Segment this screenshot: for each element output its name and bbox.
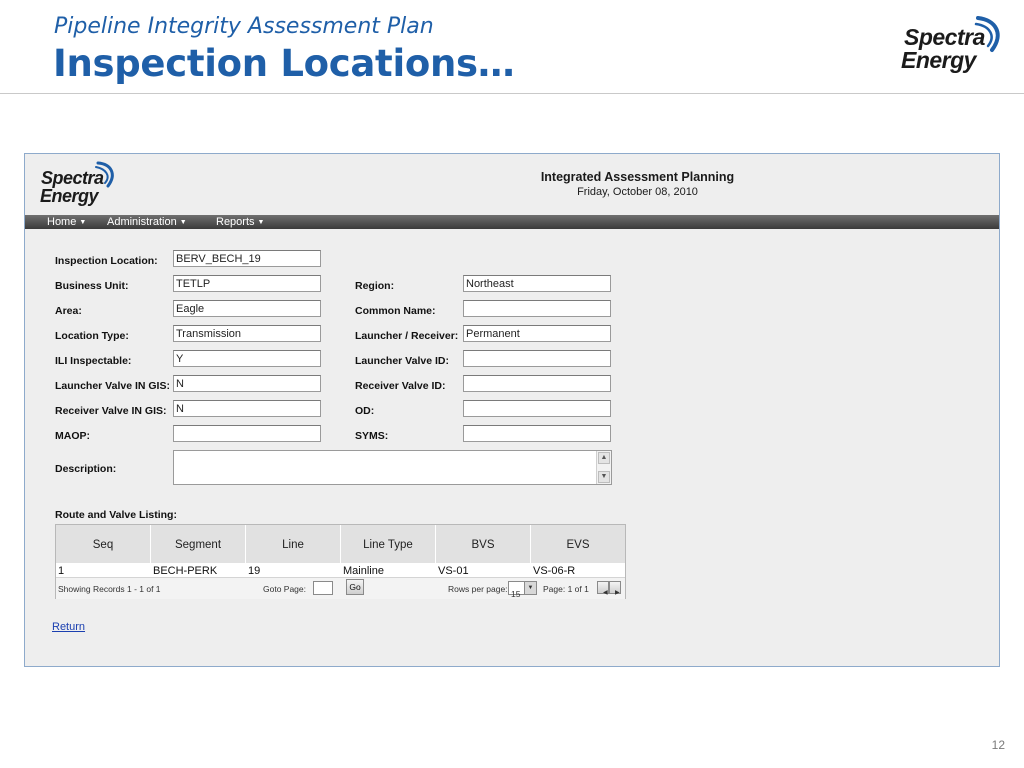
syms-field[interactable] — [463, 425, 611, 442]
chevron-down-icon: ▼ — [257, 219, 265, 226]
receiver-valve-id-field[interactable] — [463, 375, 611, 392]
launcher-valve-in-gis-field[interactable] — [173, 375, 321, 392]
maop-field[interactable] — [173, 425, 321, 442]
spectra-energy-logo: Spectra Energy — [901, 16, 1000, 73]
label-ili-inspectable: ILI Inspectable: — [55, 355, 132, 367]
od-field[interactable] — [463, 400, 611, 417]
app-title: Integrated Assessment Planning — [540, 170, 735, 184]
slide-title: Inspection Locations… — [53, 42, 515, 85]
logo-text-spectra: Spectra — [904, 24, 985, 50]
go-button[interactable]: Go — [346, 579, 364, 595]
description-scrollbar[interactable]: ▲ ▼ — [596, 451, 611, 484]
label-receiver-valve-id: Receiver Valve ID: — [355, 380, 446, 392]
label-receiver-valve-in-gis: Receiver Valve IN GIS: — [55, 405, 167, 417]
label-location-type: Location Type: — [55, 330, 129, 342]
launcher-receiver-field[interactable] — [463, 325, 611, 342]
previous-page-button[interactable]: ◀ — [597, 581, 609, 596]
goto-page-input[interactable] — [313, 581, 333, 595]
menu-home[interactable]: Home ▼ — [47, 215, 86, 229]
column-header-line-type[interactable]: Line Type — [341, 525, 436, 563]
next-page-button[interactable]: ▶ — [609, 581, 621, 596]
launcher-valve-id-field[interactable] — [463, 350, 611, 367]
label-launcher-valve-in-gis: Launcher Valve IN GIS: — [55, 380, 170, 392]
menu-administration[interactable]: Administration ▼ — [107, 215, 187, 229]
column-header-line[interactable]: Line — [246, 525, 341, 563]
return-link[interactable]: Return — [52, 621, 85, 633]
route-valve-table: Seq Segment Line Line Type BVS EVS 1 BEC… — [55, 524, 626, 599]
cell-line-type: Mainline — [343, 565, 384, 577]
inspection-location-field[interactable] — [173, 250, 321, 267]
receiver-valve-in-gis-field[interactable] — [173, 400, 321, 417]
route-listing-heading: Route and Valve Listing: — [55, 509, 177, 521]
logo-swoosh-icon — [974, 16, 1000, 52]
label-region: Region: — [355, 280, 395, 292]
menu-reports-label: Reports — [216, 216, 255, 228]
rows-per-page-label: Rows per page: — [448, 584, 508, 594]
label-syms: SYMS: — [355, 430, 389, 442]
chevron-down-icon: ▼ — [79, 219, 87, 226]
common-name-field[interactable] — [463, 300, 611, 317]
records-summary: Showing Records 1 - 1 of 1 — [58, 584, 161, 594]
page-info: Page: 1 of 1 — [543, 584, 589, 594]
page-number: 12 — [991, 738, 1005, 752]
slide-subtitle: Pipeline Integrity Assessment Plan — [54, 14, 434, 39]
column-header-evs[interactable]: EVS — [531, 525, 625, 563]
app-date: Friday, October 08, 2010 — [577, 186, 698, 198]
region-field[interactable] — [463, 275, 611, 292]
label-launcher-valve-id: Launcher Valve ID: — [355, 355, 449, 367]
chevron-down-icon: ▼ — [179, 219, 187, 226]
arrow-left-icon: ◀ — [603, 590, 608, 596]
description-textarea[interactable]: ▲ ▼ — [173, 450, 612, 485]
rows-per-page-select[interactable]: 15 ▼ — [508, 581, 537, 599]
arrow-right-icon: ▶ — [615, 590, 620, 596]
column-header-segment[interactable]: Segment — [151, 525, 246, 563]
app-logo-swoosh-icon — [95, 161, 114, 188]
menu-administration-label: Administration — [107, 216, 177, 228]
area-field[interactable] — [173, 300, 321, 317]
column-header-bvs[interactable]: BVS — [436, 525, 531, 563]
menu-home-label: Home — [47, 216, 77, 228]
chevron-down-icon: ▼ — [524, 582, 536, 594]
label-launcher-receiver: Launcher / Receiver: — [355, 330, 459, 342]
scroll-down-icon[interactable]: ▼ — [598, 471, 610, 483]
label-business-unit: Business Unit: — [55, 280, 129, 292]
label-od: OD: — [355, 405, 375, 417]
label-area: Area: — [55, 305, 82, 317]
label-inspection-location: Inspection Location: — [55, 255, 158, 267]
cell-evs: VS-06-R — [533, 565, 576, 577]
location-type-field[interactable] — [173, 325, 321, 342]
menu-reports[interactable]: Reports ▼ — [216, 215, 264, 229]
app-header: Spectra Energy Integrated Assessment Pla… — [25, 154, 999, 214]
table-header: Seq Segment Line Line Type BVS EVS — [56, 525, 625, 563]
rows-per-page-value: 15 — [511, 589, 521, 599]
label-common-name: Common Name: — [355, 305, 436, 317]
table-pager: Showing Records 1 - 1 of 1 Goto Page: Go… — [56, 577, 625, 599]
column-header-seq[interactable]: Seq — [56, 525, 151, 563]
goto-page-label: Goto Page: — [263, 584, 307, 594]
main-menu-bar: Home ▼ Administration ▼ Reports ▼ — [25, 215, 999, 229]
cell-bvs: VS-01 — [438, 565, 469, 577]
app-window: Spectra Energy Integrated Assessment Pla… — [24, 153, 1000, 667]
ili-inspectable-field[interactable] — [173, 350, 321, 367]
slide-divider — [0, 93, 1024, 94]
cell-line: 19 — [248, 565, 261, 577]
app-logo: Spectra Energy — [40, 161, 114, 206]
app-logo-text-energy: Energy — [40, 186, 99, 206]
cell-seq: 1 — [58, 565, 65, 577]
scroll-up-icon[interactable]: ▲ — [598, 452, 610, 464]
logo-text-energy: Energy — [901, 47, 976, 73]
label-description: Description: — [55, 463, 117, 475]
label-maop: MAOP: — [55, 430, 90, 442]
cell-segment: BECH-PERK — [153, 565, 218, 577]
business-unit-field[interactable] — [173, 275, 321, 292]
